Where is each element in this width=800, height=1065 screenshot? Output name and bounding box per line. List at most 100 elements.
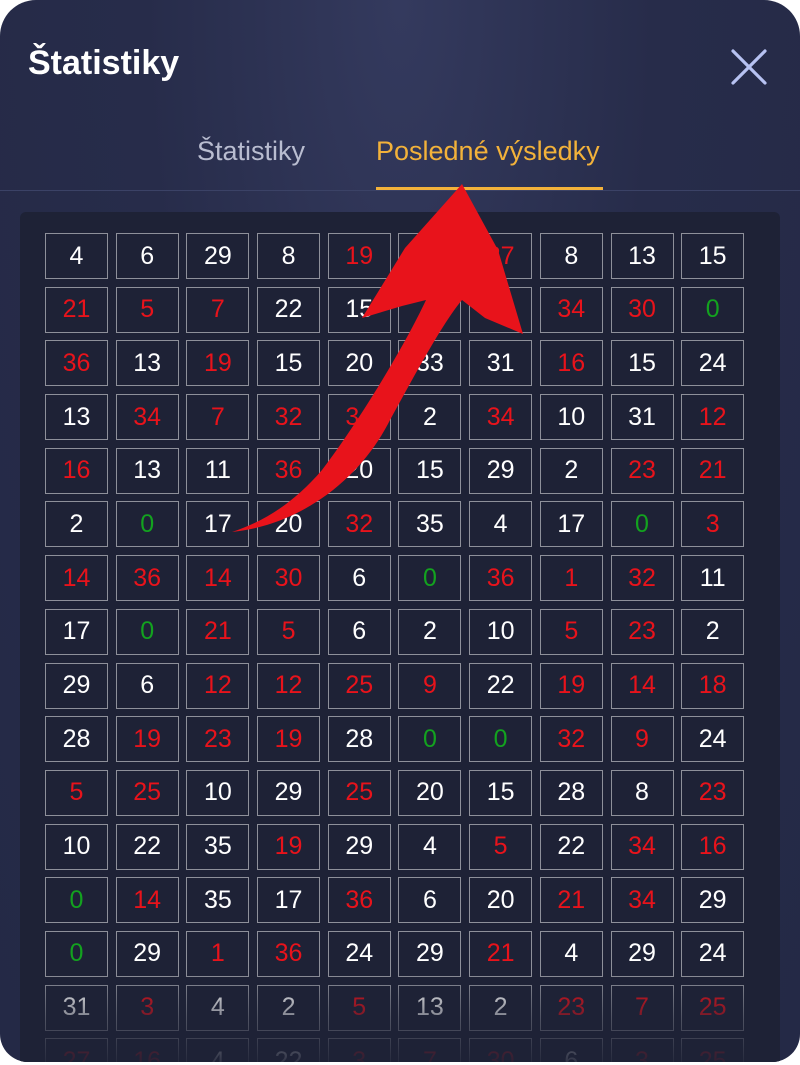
result-cell: 19 bbox=[186, 340, 250, 387]
result-cell: 2 bbox=[398, 608, 462, 655]
result-cell: 34 bbox=[539, 286, 603, 333]
result-cell: 30 bbox=[257, 555, 321, 602]
result-cell: 15 bbox=[257, 340, 321, 387]
results-row: 36 13 19 15 20 33 31 16 15 24 bbox=[45, 340, 755, 388]
result-cell: 14 bbox=[115, 877, 179, 924]
result-cell: 13 bbox=[45, 394, 108, 441]
result-cell: 19 bbox=[115, 716, 179, 763]
result-cell: 11 bbox=[186, 447, 250, 494]
result-cell: 6 bbox=[327, 555, 391, 602]
result-cell: 16 bbox=[539, 340, 603, 387]
result-cell: 25 bbox=[681, 984, 745, 1031]
result-cell: 14 bbox=[610, 662, 674, 709]
result-cell: 10 bbox=[469, 608, 533, 655]
result-cell: 28 bbox=[327, 716, 391, 763]
result-cell: 23 bbox=[610, 608, 674, 655]
result-cell: 32 bbox=[610, 555, 674, 602]
result-cell: 29 bbox=[469, 447, 533, 494]
result-cell: 12 bbox=[257, 662, 321, 709]
result-cell: 2 bbox=[539, 447, 603, 494]
result-cell: 0 bbox=[610, 501, 674, 548]
result-cell: 23 bbox=[186, 716, 250, 763]
result-cell: 0 bbox=[45, 930, 108, 977]
result-cell: 9 bbox=[469, 286, 533, 333]
close-button[interactable] bbox=[728, 46, 770, 88]
result-cell: 25 bbox=[681, 1038, 745, 1062]
result-cell: 29 bbox=[681, 877, 745, 924]
result-cell: 6 bbox=[115, 662, 179, 709]
result-cell: 8 bbox=[610, 769, 674, 816]
result-cell: 24 bbox=[327, 930, 391, 977]
result-cell: 31 bbox=[469, 340, 533, 387]
result-cell: 30 bbox=[469, 1038, 533, 1062]
results-row: 13 34 7 32 34 2 34 10 31 12 bbox=[45, 394, 755, 442]
close-icon bbox=[731, 49, 767, 85]
result-cell: 22 bbox=[469, 662, 533, 709]
result-cell: 25 bbox=[327, 662, 391, 709]
result-cell: 10 bbox=[186, 769, 250, 816]
result-cell: 36 bbox=[45, 340, 108, 387]
result-cell: 25 bbox=[327, 769, 391, 816]
result-cell: 22 bbox=[539, 823, 603, 870]
result-cell: 36 bbox=[469, 555, 533, 602]
result-cell: 29 bbox=[327, 823, 391, 870]
tab-last-results[interactable]: Posledné výsledky bbox=[376, 136, 600, 167]
tab-bar: Štatistiky Posledné výsledky bbox=[0, 120, 800, 191]
result-cell: 28 bbox=[539, 769, 603, 816]
result-cell: 27 bbox=[469, 233, 533, 279]
result-cell: 28 bbox=[45, 716, 108, 763]
result-cell: 27 bbox=[45, 1038, 108, 1062]
results-row: 2 0 17 20 32 35 4 17 0 3 bbox=[45, 501, 755, 549]
result-cell: 6 bbox=[115, 233, 179, 279]
result-cell: 5 bbox=[257, 608, 321, 655]
result-cell: 12 bbox=[186, 662, 250, 709]
tab-statistics[interactable]: Štatistiky bbox=[197, 136, 305, 167]
result-cell: 36 bbox=[327, 877, 391, 924]
result-cell: 0 bbox=[681, 286, 745, 333]
result-cell: 4 bbox=[186, 984, 250, 1031]
result-cell: 1 bbox=[186, 930, 250, 977]
result-cell: 16 bbox=[45, 447, 108, 494]
result-cell: 29 bbox=[115, 930, 179, 977]
result-cell: 7 bbox=[610, 984, 674, 1031]
result-cell: 23 bbox=[610, 447, 674, 494]
result-cell: 5 bbox=[45, 769, 108, 816]
result-cell: 14 bbox=[186, 555, 250, 602]
result-cell: 36 bbox=[257, 447, 321, 494]
result-cell: 30 bbox=[610, 286, 674, 333]
results-row: 0 29 1 36 24 29 21 4 29 24 bbox=[45, 930, 755, 979]
result-cell: 29 bbox=[610, 930, 674, 977]
result-cell: 22 bbox=[257, 286, 321, 333]
result-cell: 29 bbox=[186, 233, 250, 279]
result-cell: 13 bbox=[115, 340, 179, 387]
result-cell: 16 bbox=[115, 1038, 179, 1062]
result-cell: 35 bbox=[186, 823, 250, 870]
result-cell: 9 bbox=[398, 662, 462, 709]
result-cell: 2 bbox=[257, 984, 321, 1031]
result-cell: 21 bbox=[186, 608, 250, 655]
result-cell: 32 bbox=[257, 394, 321, 441]
result-cell: 0 bbox=[115, 501, 179, 548]
results-board: 4 6 29 8 19 32 27 8 13 15 21 5 7 22 15 4 9 34 30 0 36 13 19 15 2… bbox=[20, 212, 780, 1062]
result-cell: 21 bbox=[681, 447, 745, 494]
result-cell: 0 bbox=[398, 716, 462, 763]
result-cell: 2 bbox=[398, 394, 462, 441]
results-row: 4 6 29 8 19 32 27 8 13 15 bbox=[45, 233, 755, 281]
result-cell: 19 bbox=[257, 716, 321, 763]
result-cell: 11 bbox=[681, 555, 745, 602]
results-row: 28 19 23 19 28 0 0 32 9 24 bbox=[45, 716, 755, 764]
results-row: 5 25 10 29 25 20 15 28 8 23 bbox=[45, 769, 755, 818]
result-cell: 17 bbox=[539, 501, 603, 548]
result-cell: 36 bbox=[257, 930, 321, 977]
result-cell: 0 bbox=[398, 555, 462, 602]
result-cell: 14 bbox=[45, 555, 108, 602]
result-cell: 18 bbox=[681, 662, 745, 709]
result-cell: 4 bbox=[398, 823, 462, 870]
result-cell: 31 bbox=[610, 394, 674, 441]
result-cell: 29 bbox=[45, 662, 108, 709]
result-cell: 4 bbox=[45, 233, 108, 279]
result-cell: 17 bbox=[45, 608, 108, 655]
result-cell: 34 bbox=[610, 823, 674, 870]
result-cell: 35 bbox=[186, 877, 250, 924]
result-cell: 5 bbox=[115, 286, 179, 333]
